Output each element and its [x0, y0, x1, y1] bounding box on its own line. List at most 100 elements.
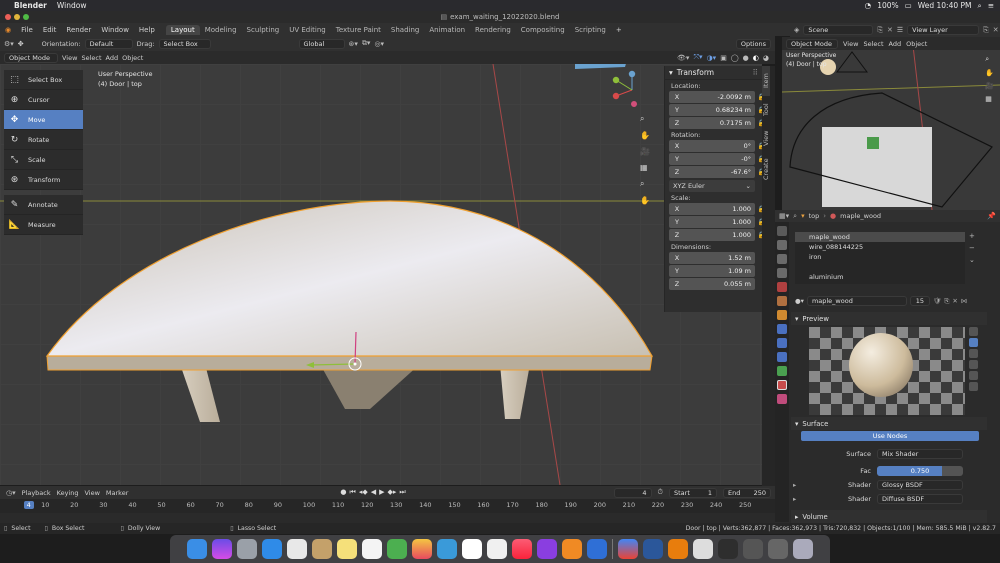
surface-shader-dropdown[interactable]: Mix Shader	[877, 449, 963, 459]
messages-icon[interactable]	[437, 539, 457, 559]
preview-monkey-icon[interactable]	[969, 360, 978, 369]
camera-icon[interactable]: 🎥	[985, 82, 994, 90]
material-slot[interactable]: aluminium	[795, 272, 965, 282]
menu-window[interactable]: Window	[57, 1, 87, 10]
data-tab-icon[interactable]	[777, 366, 787, 376]
tab-tool[interactable]: Tool	[762, 96, 770, 124]
finder-icon[interactable]	[187, 539, 207, 559]
chrome-icon[interactable]	[287, 539, 307, 559]
close-icon[interactable]: ✕	[952, 297, 957, 305]
clock[interactable]: Wed 10:40 PM	[918, 1, 972, 10]
window-icon[interactable]	[768, 539, 788, 559]
menu-render[interactable]: Render	[61, 26, 96, 34]
blender-logo-icon[interactable]: ◉	[0, 26, 16, 34]
drag-handle-icon[interactable]: ⠿	[753, 68, 759, 77]
texture-tab-icon[interactable]	[777, 394, 787, 404]
tab-rendering[interactable]: Rendering	[470, 25, 516, 35]
material-slot[interactable]: wire_088144225	[795, 242, 965, 252]
side-menu-select[interactable]: Select	[863, 40, 883, 48]
editor-type-icon[interactable]: ⚙▾	[4, 40, 14, 48]
gizmo-icon[interactable]: ⤧▾	[693, 53, 702, 62]
tool-scale[interactable]: ⤡ Scale	[4, 150, 83, 170]
expand-icon[interactable]: ▸	[789, 481, 801, 489]
shading-solid-icon[interactable]: ●	[743, 54, 749, 62]
tool-measure[interactable]: 📐 Measure	[4, 215, 83, 235]
navigation-gizmo[interactable]	[604, 68, 660, 108]
blender-icon[interactable]	[668, 539, 688, 559]
drag-dropdown[interactable]: Select Box	[158, 38, 211, 49]
side-mode-dropdown[interactable]: Object Mode	[786, 38, 838, 49]
close-icon[interactable]: ✕	[887, 26, 893, 34]
scene-tab-icon[interactable]	[777, 282, 787, 292]
node-icon[interactable]: ⋈	[961, 297, 968, 305]
calendar-icon[interactable]	[462, 539, 482, 559]
tool-rotate[interactable]: ↻ Rotate	[4, 130, 83, 150]
menu-add[interactable]: Add	[106, 54, 119, 62]
menu-marker[interactable]: Marker	[106, 489, 128, 497]
zoom-icon[interactable]: ⌕	[640, 179, 650, 189]
pan-hand-icon[interactable]: ✋	[640, 131, 650, 140]
tool-tab-icon[interactable]	[777, 226, 787, 236]
notes-icon[interactable]	[337, 539, 357, 559]
menu-file[interactable]: File	[16, 26, 38, 34]
launchpad-icon[interactable]	[237, 539, 257, 559]
xray-icon[interactable]: ▣	[720, 54, 727, 62]
zoom-icon[interactable]: ⌕	[640, 114, 650, 124]
preview-plane-icon[interactable]	[969, 382, 978, 391]
maps-icon[interactable]	[387, 539, 407, 559]
user-count[interactable]: 15	[909, 296, 930, 306]
record-icon[interactable]: ●	[340, 488, 346, 497]
dimensions-z-field[interactable]: Z 0.055 m	[669, 278, 755, 290]
surface-section-header[interactable]: ▾ Surface	[791, 417, 987, 430]
menu-playback[interactable]: Playback	[22, 489, 51, 497]
end-frame-field[interactable]: End 250	[723, 487, 771, 498]
scale-y-field[interactable]: Y1.000🔓	[669, 216, 765, 228]
clock-icon[interactable]: ◷▾	[6, 489, 16, 497]
podcasts-icon[interactable]	[537, 539, 557, 559]
material-slot[interactable]	[795, 262, 965, 272]
scene-icon[interactable]: ◈	[794, 26, 799, 34]
current-frame-field[interactable]: 4	[613, 487, 652, 498]
material-tab-icon[interactable]	[777, 380, 787, 390]
tab-create[interactable]: Create	[762, 152, 770, 186]
tool-select-box[interactable]: ⬚ Select Box	[4, 70, 83, 90]
books-icon[interactable]	[562, 539, 582, 559]
tool-transform[interactable]: ⊛ Transform	[4, 170, 83, 190]
layers-icon[interactable]: ☰	[897, 26, 903, 34]
chevron-down-icon[interactable]: ⌄	[969, 256, 975, 264]
tab-layout[interactable]: Layout	[165, 24, 200, 35]
visibility-icon[interactable]: 👁▾	[677, 54, 689, 62]
siri-icon[interactable]	[212, 539, 232, 559]
tab-modeling[interactable]: Modeling	[200, 25, 242, 35]
rotation-y-field[interactable]: Y-0°🔓	[669, 153, 765, 165]
fake-user-icon[interactable]: 🛡	[933, 297, 941, 305]
zoom-icon[interactable]: ⌕	[985, 55, 994, 64]
add-slot-icon[interactable]: +	[969, 232, 975, 240]
play-reverse-icon[interactable]: ◀	[371, 488, 376, 497]
shader2-dropdown[interactable]: Diffuse BSDF	[877, 494, 963, 504]
play-icon[interactable]: ▶	[379, 488, 384, 497]
close-icon[interactable]: ✕	[993, 26, 999, 34]
menu-app-name[interactable]: Blender	[14, 1, 47, 10]
material-slot-list[interactable]: maple_wood wire_088144225 iron aluminium	[795, 232, 965, 284]
move-tool-icon[interactable]: ✥	[18, 40, 24, 48]
material-sphere-icon[interactable]: ●▾	[795, 297, 804, 305]
safari-icon[interactable]	[262, 539, 282, 559]
pivot-icon[interactable]: ⊛▾	[349, 40, 358, 48]
timeline-ruler[interactable]: 4 10 20 30 40 50 60 70 80 90 100 110 120 130 140 150 160…	[0, 499, 775, 513]
overlay-icon[interactable]: ◑▾	[707, 54, 717, 62]
minimize-icon[interactable]	[14, 14, 20, 20]
menu-view[interactable]: View	[62, 54, 77, 62]
start-frame-field[interactable]: Start 1	[669, 487, 717, 498]
view-layer-tab-icon[interactable]	[777, 268, 787, 278]
jump-end-icon[interactable]: ⏭	[399, 488, 405, 497]
rotation-x-field[interactable]: X0°🔓	[669, 140, 765, 152]
location-x-field[interactable]: X-2.0092 m🔓	[669, 91, 765, 103]
tool-cursor[interactable]: ⊕ Cursor	[4, 90, 83, 110]
add-workspace-icon[interactable]: +	[611, 26, 627, 34]
tab-animation[interactable]: Animation	[424, 25, 470, 35]
pan-hand-icon[interactable]: ✋	[985, 69, 994, 77]
material-slot[interactable]: iron	[795, 252, 965, 262]
scene-selector[interactable]: Scene	[803, 25, 874, 35]
grid-view-icon[interactable]: ▦	[640, 163, 650, 172]
